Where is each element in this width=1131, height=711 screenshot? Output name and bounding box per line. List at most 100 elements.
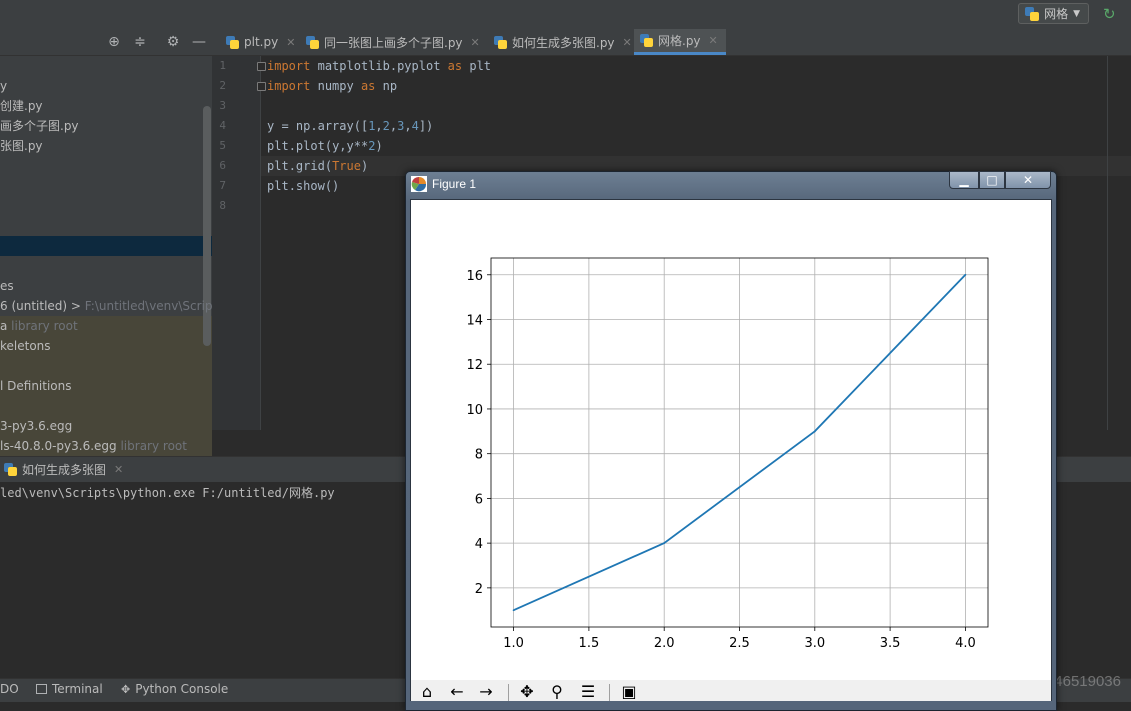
tree-item-label: 创建.py xyxy=(0,99,43,113)
y-tick-label: 4 xyxy=(475,537,483,552)
line-number: 4 xyxy=(219,119,226,132)
pan-icon[interactable]: ✥ xyxy=(515,683,539,701)
figure-window-title: Figure 1 xyxy=(432,177,477,191)
minimize-button[interactable]: ▁ xyxy=(949,171,979,189)
tree-item[interactable]: y xyxy=(0,76,7,96)
tree-selection xyxy=(0,236,212,256)
tree-item[interactable]: 6 (untitled) > F:\untitled\venv\Scripts\ xyxy=(0,296,228,316)
tree-item[interactable]: 3-py3.6.egg xyxy=(0,416,72,436)
back-icon[interactable]: ← xyxy=(445,683,469,701)
run-tab[interactable]: 如何生成多张图 ✕ xyxy=(4,461,123,478)
y-tick-label: 10 xyxy=(466,403,483,418)
tree-item-label: ls-40.8.0-py3.6.egg xyxy=(0,439,117,453)
python-console-label: Python Console xyxy=(135,682,229,696)
tree-item-label: keletons xyxy=(0,339,51,353)
tree-item-label: es xyxy=(0,279,14,293)
y-tick-label: 12 xyxy=(466,358,483,373)
line-chart[interactable]: 1.0 1.5 2.0 2.5 3.0 3.5 4.0 2 4 6 8 10 12 14 16 xyxy=(411,200,1051,680)
todo-label: DO xyxy=(0,682,19,696)
zoom-icon[interactable]: ⚲ xyxy=(545,683,569,701)
code-line: plt.grid(True) xyxy=(267,159,369,173)
python-file-icon xyxy=(306,35,319,49)
data-point xyxy=(813,430,816,433)
toolbar-separator xyxy=(508,684,509,701)
save-icon[interactable]: ▣ xyxy=(617,683,641,701)
collapse-all-icon[interactable]: ≑ xyxy=(132,34,148,50)
data-point xyxy=(512,609,515,612)
rerun-icon[interactable]: ↻ xyxy=(1103,6,1119,22)
line-number: 3 xyxy=(219,99,226,112)
terminal-label: Terminal xyxy=(52,682,103,696)
close-icon[interactable]: ✕ xyxy=(114,463,123,476)
fold-gutter-line xyxy=(260,56,261,430)
python-console-tool-button[interactable]: ✥ Python Console xyxy=(121,682,228,696)
forward-icon[interactable]: → xyxy=(474,683,498,701)
y-tick-label: 14 xyxy=(466,314,483,329)
y-tick-label: 6 xyxy=(475,492,483,507)
tree-item-label: 6 (untitled) > xyxy=(0,299,81,313)
tree-item-hint: F:\untitled\venv\Scripts\ xyxy=(80,299,228,313)
todo-tool-button[interactable]: DO xyxy=(0,682,19,696)
x-tick-label: 1.0 xyxy=(503,636,524,651)
code-line: import matplotlib.pyplot as plt xyxy=(267,59,492,73)
tree-item-hint: library root xyxy=(7,319,78,333)
hide-icon[interactable]: — xyxy=(191,34,207,50)
python-file-icon xyxy=(640,34,653,47)
fold-marker-icon[interactable] xyxy=(257,82,266,91)
tab-grid-py[interactable]: 网格.py ✕ xyxy=(634,29,726,55)
tree-item-label: 3-py3.6.egg xyxy=(0,419,73,433)
tree-item[interactable]: keletons xyxy=(0,336,51,356)
python-console-icon: ✥ xyxy=(121,682,131,696)
tree-item[interactable]: l Definitions xyxy=(0,376,72,396)
maximize-icon: □ xyxy=(986,173,998,187)
close-button[interactable]: ✕ xyxy=(1005,171,1051,189)
configure-subplots-icon[interactable]: ☰ xyxy=(576,683,600,701)
close-icon[interactable]: ✕ xyxy=(471,36,480,49)
main-toolbar xyxy=(0,0,1131,30)
line-number-gutter xyxy=(212,56,260,430)
gear-icon[interactable]: ⚙ xyxy=(165,34,181,50)
python-file-icon xyxy=(226,35,239,49)
tab-multiple-figures[interactable]: 如何生成多张图.py ✕ xyxy=(488,29,638,55)
tree-item-label: y xyxy=(0,79,8,93)
tree-item[interactable]: 张图.py xyxy=(0,136,43,156)
y-tick-label: 8 xyxy=(475,448,483,463)
x-tick-label: 2.0 xyxy=(654,636,675,651)
tree-item[interactable]: ls-40.8.0-py3.6.egg library root xyxy=(0,436,187,456)
x-tick-label: 3.5 xyxy=(880,636,901,651)
line-number: 7 xyxy=(219,179,226,192)
tree-item[interactable]: 创建.py xyxy=(0,96,43,116)
x-tick-label: 2.5 xyxy=(729,636,750,651)
tree-item[interactable]: a library root xyxy=(0,316,78,336)
line-number: 6 xyxy=(219,159,226,172)
tree-item[interactable]: 画多个子图.py xyxy=(0,116,79,136)
console-output: led\venv\Scripts\python.exe F:/untitled/… xyxy=(0,486,335,500)
toolbar-separator xyxy=(609,684,610,701)
close-icon[interactable]: ✕ xyxy=(286,36,295,49)
fold-marker-icon[interactable] xyxy=(257,62,266,71)
data-point xyxy=(663,542,666,545)
run-configuration-select[interactable]: 网格 ▼ xyxy=(1018,3,1089,24)
minimize-icon: ▁ xyxy=(959,173,969,187)
crosshair-icon[interactable]: ⊕ xyxy=(106,34,122,50)
tab-subplots[interactable]: 同一张图上画多个子图.py ✕ xyxy=(300,29,486,55)
maximize-button[interactable]: □ xyxy=(979,171,1005,189)
tree-item-label: l Definitions xyxy=(0,379,72,393)
close-icon[interactable]: ✕ xyxy=(623,36,632,49)
tree-item-label: 张图.py xyxy=(0,139,43,153)
tree-item[interactable]: es xyxy=(0,276,14,296)
close-icon[interactable]: ✕ xyxy=(709,34,718,47)
run-configuration-label: 网格 xyxy=(1044,7,1069,21)
terminal-tool-button[interactable]: Terminal xyxy=(36,682,103,696)
x-tick-label: 1.5 xyxy=(579,636,600,651)
tab-plt-py[interactable]: plt.py ✕ xyxy=(220,29,301,55)
right-margin-guide xyxy=(1107,56,1108,430)
run-tab-label: 如何生成多张图 xyxy=(22,463,107,477)
tab-label: 如何生成多张图.py xyxy=(512,35,615,50)
tab-label: 同一张图上画多个子图.py xyxy=(324,35,463,50)
terminal-icon xyxy=(36,684,47,694)
y-tick-label: 2 xyxy=(475,582,483,597)
home-icon[interactable]: ⌂ xyxy=(415,683,439,701)
python-file-icon xyxy=(494,35,507,49)
tab-label: plt.py xyxy=(244,35,279,49)
